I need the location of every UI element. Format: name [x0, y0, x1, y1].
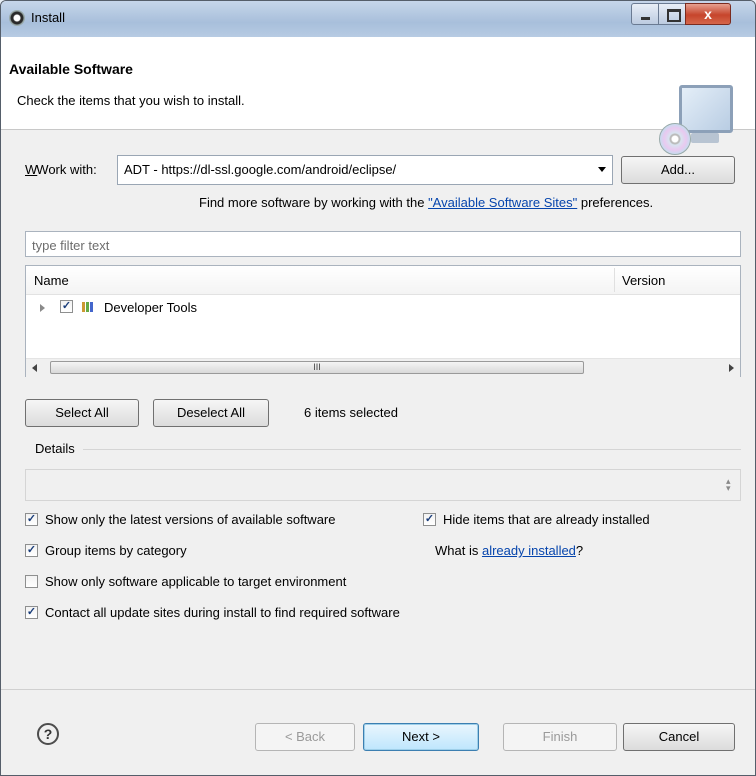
column-header-version[interactable]: Version	[622, 273, 665, 288]
category-icon	[82, 302, 96, 312]
filter-input[interactable]	[30, 233, 734, 257]
hide-installed-label: Hide items that are already installed	[443, 512, 650, 527]
work-with-value: ADT - https://dl-ssl.google.com/android/…	[124, 162, 397, 177]
chevron-down-icon[interactable]	[598, 167, 606, 172]
software-sites-hint: Find more software by working with the "…	[199, 195, 653, 210]
deselect-all-button[interactable]: Deselect All	[153, 399, 269, 427]
details-scroll-icon[interactable]: ▴ ▾	[726, 477, 734, 494]
window-title: Install	[31, 10, 65, 25]
software-tree[interactable]: Name Version ✓ Developer Tools III	[25, 265, 741, 377]
page-banner: Available Software Check the items that …	[1, 37, 755, 155]
help-icon[interactable]: ?	[37, 723, 59, 745]
scroll-right-icon[interactable]	[729, 364, 734, 372]
contact-sites-checkbox[interactable]: ✓	[25, 606, 38, 619]
what-is-prefix: What is	[435, 543, 479, 558]
title-bar[interactable]: Install x	[1, 1, 755, 37]
back-button[interactable]: < Back	[255, 723, 355, 751]
selection-count: 6 items selected	[304, 405, 398, 420]
available-software-sites-link[interactable]: "Available Software Sites"	[428, 195, 577, 210]
details-group: Details ▴ ▾	[25, 441, 741, 501]
group-by-category-checkbox[interactable]: ✓	[25, 544, 38, 557]
tree-item-label: Developer Tools	[104, 300, 197, 315]
filter-field[interactable]	[25, 231, 741, 257]
contact-sites-label: Contact all update sites during install …	[45, 605, 400, 620]
latest-versions-label: Show only the latest versions of availab…	[45, 512, 336, 527]
hint-prefix: Find more software by working with the	[199, 195, 425, 210]
hint-suffix: preferences.	[580, 195, 654, 210]
page-subtitle: Check the items that you wish to install…	[17, 93, 245, 108]
add-site-button[interactable]: Add...	[621, 156, 735, 184]
maximize-icon	[667, 9, 681, 22]
already-installed-link[interactable]: already installed	[482, 543, 576, 558]
details-label: Details	[35, 441, 75, 456]
scroll-left-icon[interactable]	[32, 364, 37, 372]
work-with-label-text: Work with:	[36, 162, 97, 177]
what-is-suffix: ?	[575, 543, 584, 558]
target-environment-checkbox[interactable]	[25, 575, 38, 588]
hide-installed-checkbox[interactable]: ✓	[423, 513, 436, 526]
select-all-button[interactable]: Select All	[25, 399, 139, 427]
scrollbar-thumb[interactable]: III	[50, 361, 584, 374]
tree-row[interactable]: ✓ Developer Tools	[26, 296, 740, 318]
minimize-icon	[641, 17, 650, 20]
eclipse-app-icon	[9, 10, 25, 26]
work-with-combo[interactable]: ADT - https://dl-ssl.google.com/android/…	[117, 155, 613, 185]
cancel-button[interactable]: Cancel	[623, 723, 735, 751]
maximize-button[interactable]	[658, 3, 686, 25]
column-header-name[interactable]: Name	[34, 273, 69, 288]
horizontal-scrollbar[interactable]: III	[26, 358, 740, 377]
developer-tools-checkbox[interactable]: ✓	[60, 300, 73, 313]
tree-header: Name Version	[26, 266, 740, 295]
work-with-label: WWork with:	[25, 162, 97, 177]
target-environment-label: Show only software applicable to target …	[45, 574, 347, 589]
minimize-button[interactable]	[631, 3, 659, 25]
expand-arrow-icon[interactable]	[40, 304, 45, 312]
install-window: Install x Available Software Check the i…	[0, 0, 756, 776]
monitor-cd-icon	[659, 83, 733, 163]
latest-versions-checkbox[interactable]: ✓	[25, 513, 38, 526]
close-icon: x	[704, 6, 712, 22]
page-title: Available Software	[9, 61, 133, 77]
next-button[interactable]: Next >	[363, 723, 479, 751]
details-text-area[interactable]: ▴ ▾	[25, 469, 741, 501]
group-by-category-label: Group items by category	[45, 543, 187, 558]
what-is-installed: What is already installed?	[435, 543, 583, 558]
close-button[interactable]: x	[685, 3, 731, 25]
finish-button[interactable]: Finish	[503, 723, 617, 751]
